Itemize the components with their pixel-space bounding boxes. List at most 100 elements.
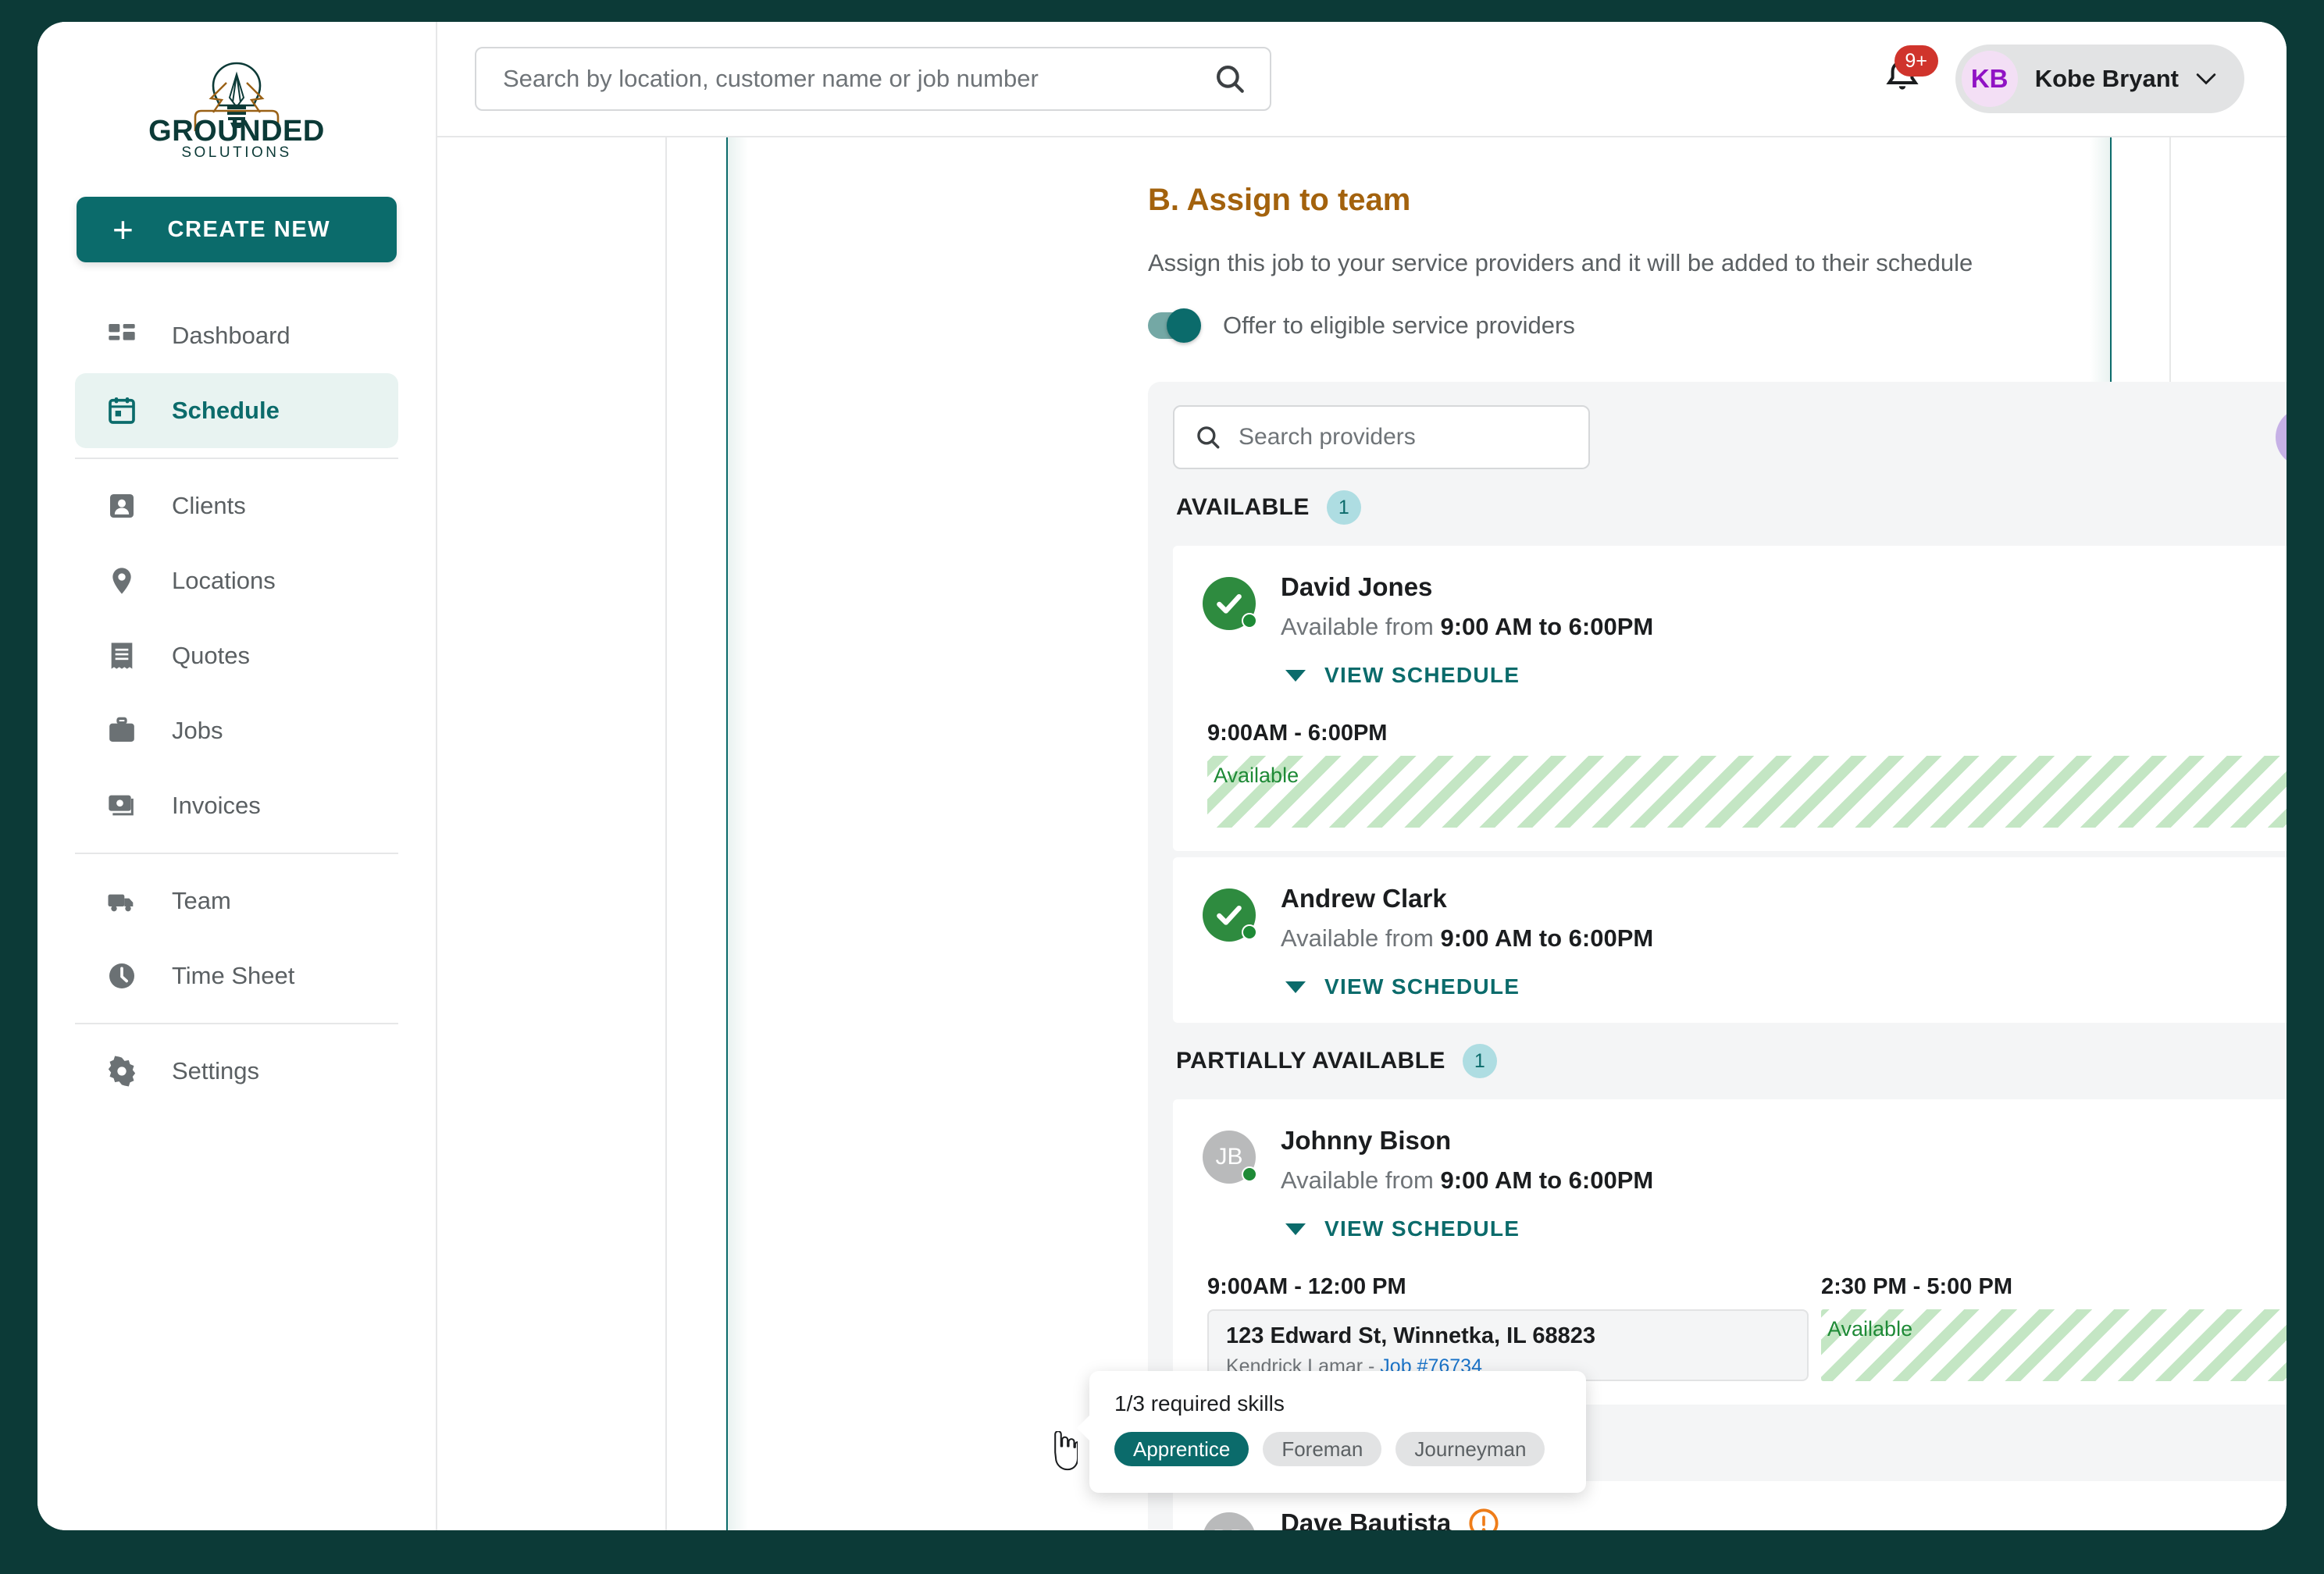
required-skills-tooltip: 1/3 required skills Apprentice Foreman J… (1077, 1371, 1586, 1493)
provider-availability: Available from 9:00 AM to 6:00PM (1281, 1166, 2287, 1195)
sidebar-nav: Dashboard Schedule Clients Locations Quo… (37, 298, 436, 1109)
skill-chip-foreman: Foreman (1263, 1432, 1382, 1466)
provider-card-johnny-bison[interactable]: JB Johnny Bison Available from 9:00 AM t… (1173, 1099, 2287, 1405)
provider-search[interactable] (1173, 405, 1590, 469)
sidebar-item-label: Schedule (172, 397, 280, 424)
sidebar-item-schedule[interactable]: Schedule (75, 373, 398, 448)
providers-panel-header: DJ AC (1173, 405, 2287, 469)
skill-chip-apprentice: Apprentice (1114, 1432, 1249, 1466)
sidebar-item-label: Settings (172, 1057, 260, 1084)
provider-card-andrew-clark[interactable]: Andrew Clark Available from 9:00 AM to 6… (1173, 857, 2287, 1023)
sidebar-divider (75, 853, 398, 854)
view-schedule-toggle[interactable]: VIEW SCHEDULE (1281, 974, 2287, 999)
provider-availability: Available from 9:00 AM to 6:00PM (1281, 613, 2287, 641)
view-schedule-label: VIEW SCHEDULE (1324, 1216, 1520, 1241)
availability-stripe[interactable]: Available (1207, 756, 2287, 828)
slot-booked: 9:00AM - 12:00 PM 123 Edward St, Winnetk… (1207, 1274, 1809, 1381)
tooltip-title: 1/3 required skills (1114, 1391, 1285, 1416)
selected-providers-avatars: DJ AC (2276, 408, 2287, 467)
sidebar-item-time-sheet[interactable]: Time Sheet (75, 938, 398, 1013)
topbar-right: 9+ KB Kobe Bryant (1884, 45, 2244, 113)
job-address: 123 Edward St, Winnetka, IL 68823 (1226, 1323, 1596, 1348)
create-new-button[interactable]: + CREATE NEW (77, 197, 397, 262)
svg-text:SOLUTIONS: SOLUTIONS (181, 144, 291, 161)
availability-stripe[interactable]: Available (1821, 1309, 2287, 1381)
user-menu[interactable]: KB Kobe Bryant (1955, 45, 2244, 113)
content-area: B. Assign to team Assign this job to you… (437, 137, 2287, 1530)
group-label: PARTIALLY AVAILABLE (1176, 1048, 1445, 1074)
provider-card-david-jones[interactable]: David Jones Available from 9:00 AM to 6:… (1173, 546, 2287, 851)
offer-toggle-row: Offer to eligible service providers (1148, 308, 2055, 343)
sidebar-item-label: Dashboard (172, 322, 290, 349)
svg-text:GROUNDED: GROUNDED (148, 115, 325, 148)
skill-chip-list: Apprentice Foreman Journeyman (1114, 1432, 1561, 1466)
sidebar-item-jobs[interactable]: Jobs (75, 693, 398, 768)
sidebar-item-label: Jobs (172, 717, 223, 744)
app-window: GROUNDED SOLUTIONS + CREATE NEW Dashboar… (37, 22, 2287, 1530)
offer-toggle-label: Offer to eligible service providers (1223, 312, 1575, 339)
avatar: DB (1203, 1512, 1256, 1530)
notifications-button[interactable]: 9+ (1884, 45, 1938, 101)
clock-icon (109, 963, 134, 988)
sidebar-item-dashboard[interactable]: Dashboard (75, 298, 398, 373)
global-search[interactable] (475, 47, 1271, 111)
check-icon (1217, 905, 1242, 925)
sidebar-item-label: Locations (172, 567, 276, 594)
sidebar-item-invoices[interactable]: Invoices (75, 768, 398, 843)
provider-info: Dave Bautista Available from 9: (1281, 1508, 2287, 1530)
warning-circle-icon[interactable] (1468, 1508, 1499, 1530)
dashboard-icon (109, 324, 135, 340)
plus-icon: + (112, 208, 135, 250)
toggle-knob (1167, 308, 1201, 343)
schedule-slots: 9:00AM - 6:00PM Available (1203, 721, 2287, 828)
receipt-icon (111, 643, 133, 669)
slot-status-label: Available (1214, 764, 1299, 787)
availability-range: 9:00 AM to 6:00PM (1440, 1166, 1654, 1194)
provider-name: Andrew Clark (1281, 884, 1447, 913)
avatar-dj[interactable]: DJ (2276, 408, 2287, 467)
view-schedule-label: VIEW SCHEDULE (1324, 663, 1520, 687)
provider-info: Andrew Clark Available from 9:00 AM to 6… (1281, 884, 2287, 999)
calendar-icon (109, 397, 135, 424)
notification-count-badge: 9+ (1894, 45, 1938, 77)
sidebar-item-team[interactable]: Team (75, 864, 398, 938)
slot-time: 2:30 PM - 5:00 PM (1821, 1274, 2012, 1299)
group-header-available: AVAILABLE 1 (1173, 469, 2287, 546)
chevron-down-icon (2196, 73, 2216, 85)
online-status-dot (1242, 924, 1257, 940)
sidebar-divider (75, 458, 398, 459)
create-new-label: CREATE NEW (167, 216, 331, 242)
provider-info: David Jones Available from 9:00 AM to 6:… (1281, 572, 2287, 688)
invoice-icon (109, 795, 134, 816)
avatar (1203, 577, 1257, 630)
provider-name: Johnny Bison (1281, 1126, 1452, 1155)
assign-to-team-page: B. Assign to team Assign this job to you… (1118, 137, 2287, 1530)
briefcase-icon (109, 717, 134, 742)
provider-availability: Available from 9:00 AM to 6:00PM (1281, 924, 2287, 953)
truck-icon (108, 894, 134, 912)
availability-range: 9:00 AM to 6:00PM (1440, 924, 1654, 952)
provider-search-input[interactable] (1239, 424, 1568, 450)
group-header-partially-available: PARTIALLY AVAILABLE 1 (1173, 1023, 2287, 1099)
sidebar-item-clients[interactable]: Clients (75, 468, 398, 543)
availability-range: 9:00 AM to 6:00PM (1440, 613, 1654, 640)
provider-name: David Jones (1281, 572, 1433, 601)
sidebar-item-label: Team (172, 887, 231, 914)
view-schedule-toggle[interactable]: VIEW SCHEDULE (1281, 663, 2287, 688)
slot-available: 9:00AM - 6:00PM Available (1207, 721, 2287, 828)
mouse-cursor-pointer-icon (1054, 1431, 1078, 1471)
group-label: AVAILABLE (1176, 494, 1310, 520)
sidebar-item-locations[interactable]: Locations (75, 543, 398, 618)
search-input[interactable] (503, 65, 1214, 93)
view-schedule-toggle[interactable]: VIEW SCHEDULE (1281, 1216, 2287, 1241)
provider-info: Johnny Bison Available from 9:00 AM to 6… (1281, 1126, 2287, 1241)
slot-available: 2:30 PM - 5:00 PM Available (1821, 1274, 2287, 1381)
user-name: Kobe Bryant (2034, 65, 2179, 92)
sidebar-item-settings[interactable]: Settings (75, 1034, 398, 1109)
sidebar-item-label: Quotes (172, 642, 250, 669)
offer-to-providers-toggle[interactable] (1148, 308, 1201, 343)
provider-header: David Jones Available from 9:00 AM to 6:… (1203, 572, 2287, 688)
search-icon[interactable] (1214, 62, 1246, 95)
group-count-badge: 1 (1326, 490, 1361, 525)
sidebar-item-quotes[interactable]: Quotes (75, 618, 398, 693)
